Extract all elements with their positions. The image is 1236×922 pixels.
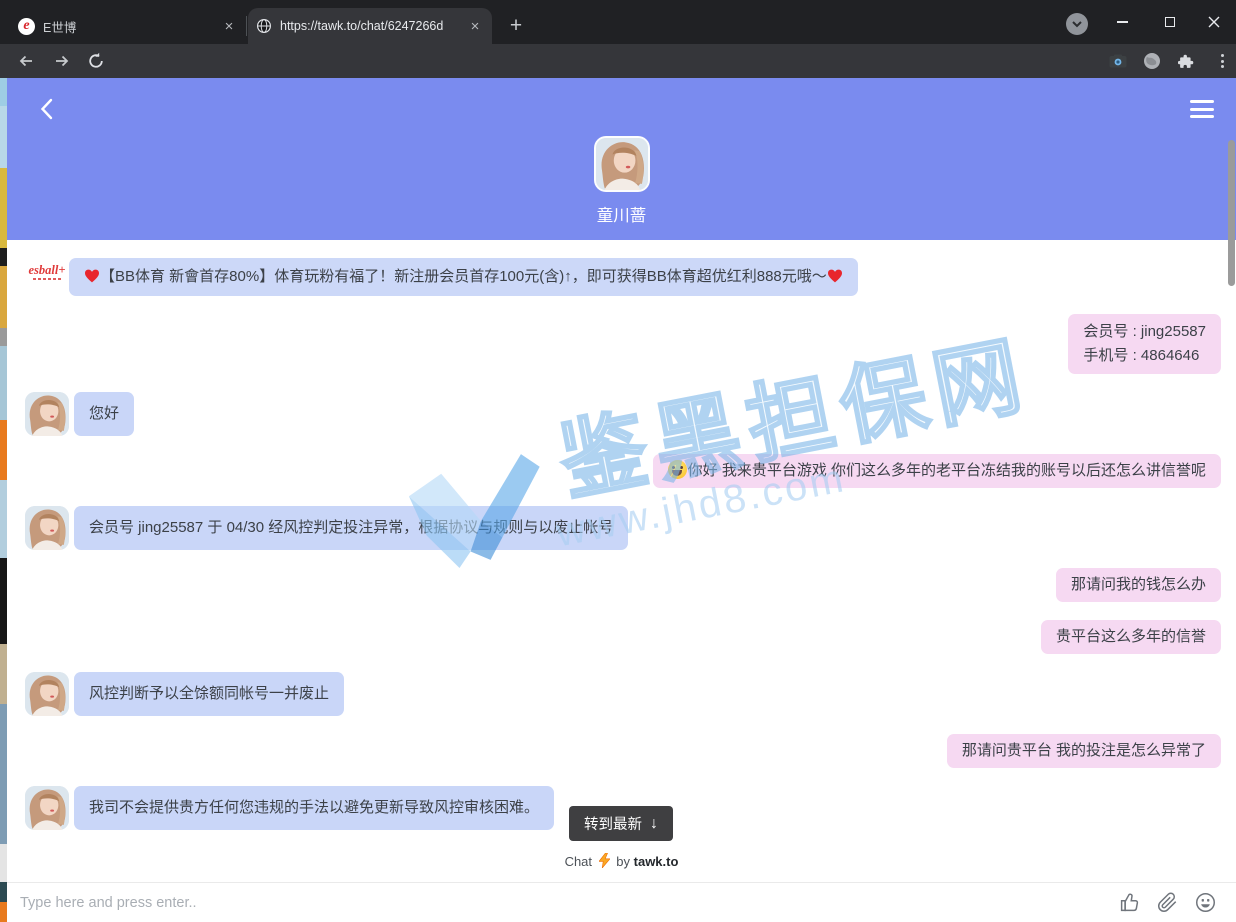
window-minimize-button[interactable]: [1100, 0, 1144, 44]
heart-icon: [84, 268, 100, 285]
agent-avatar: [25, 786, 69, 830]
down-arrow-icon: ↓: [650, 815, 658, 833]
message-row: 会员号 : jing25587手机号 : 4864646: [7, 314, 1236, 374]
branding-chat-label: Chat: [565, 854, 592, 869]
chat-menu-icon[interactable]: [1190, 100, 1214, 118]
window-close-button[interactable]: [1192, 0, 1236, 44]
message-row: 那请问我的钱怎么办: [7, 568, 1236, 602]
chat-bubble: 贵平台这么多年的信誉: [1041, 620, 1221, 654]
globe-favicon-icon: [256, 18, 272, 34]
branding-by-label: by: [616, 854, 630, 869]
message-row: esball+【BB体育 新會首存80%】体育玩粉有福了！新注册会员首存100元…: [7, 258, 1236, 296]
window-maximize-button[interactable]: [1148, 0, 1192, 44]
agent-avatar: [594, 136, 650, 192]
back-button[interactable]: [16, 51, 36, 71]
background-page-sliver: [0, 78, 7, 922]
chat-bubble: 您好: [74, 392, 134, 436]
message-row: 风控判断予以全馀额同帐号一并废止: [7, 672, 1236, 716]
agent-avatar: [25, 392, 69, 436]
esball-logo: esball+: [25, 264, 69, 280]
agent-avatar: [25, 506, 69, 550]
message-row: 贵平台这么多年的信誉: [7, 620, 1236, 654]
message-row: 那请问贵平台 我的投注是怎么异常了: [7, 734, 1236, 768]
forward-button[interactable]: [52, 51, 72, 71]
tab-bar: e E世博 × https://tawk.to/chat/6247266d × …: [0, 0, 1236, 44]
chat-bubble: 【BB体育 新會首存80%】体育玩粉有福了！新注册会员首存100元(含)↑，即可…: [69, 258, 858, 296]
tab-eshibo[interactable]: e E世博 ×: [10, 8, 246, 44]
message-row: 会员号 jing25587 于 04/30 经风控判定投注异常，根据协议与规则与…: [7, 506, 1236, 550]
attachment-paperclip-icon[interactable]: [1157, 892, 1178, 913]
chat-back-icon[interactable]: [33, 96, 59, 122]
tab-close-icon[interactable]: ×: [466, 17, 484, 35]
browser-window: e E世博 × https://tawk.to/chat/6247266d × …: [0, 0, 1236, 922]
extensions-puzzle-icon[interactable]: [1176, 51, 1196, 71]
globe-extension-icon[interactable]: [1142, 51, 1162, 71]
message-input[interactable]: [7, 895, 1119, 911]
message-list: esball+【BB体育 新會首存80%】体育玩粉有福了！新注册会员首存100元…: [7, 240, 1236, 830]
eshibo-favicon-icon: e: [18, 18, 35, 35]
emoji-smiley-icon[interactable]: [1195, 892, 1216, 913]
new-tab-button[interactable]: +: [502, 12, 530, 40]
browser-menu-icon[interactable]: [1212, 51, 1232, 71]
thumbs-up-icon[interactable]: [1119, 892, 1140, 913]
grinning-emoji-icon: [668, 460, 687, 479]
chat-bubble: 会员号 : jing25587手机号 : 4864646: [1068, 314, 1221, 374]
tab-tawkto[interactable]: https://tawk.to/chat/6247266d ×: [248, 8, 492, 44]
tab-separator: [246, 16, 247, 36]
chat-bubble: 会员号 jing25587 于 04/30 经风控判定投注异常，根据协议与规则与…: [74, 506, 628, 550]
tab-search-icon[interactable]: [1066, 13, 1088, 35]
agent-name: 童川蔷: [7, 202, 1236, 226]
heart-icon: [827, 268, 843, 285]
tawk-branding: Chat by tawk.to: [7, 853, 1236, 869]
camera-extension-icon[interactable]: [1108, 51, 1128, 71]
chat-bubble: 风控判断予以全馀额同帐号一并废止: [74, 672, 344, 716]
scrollbar-thumb[interactable]: [1228, 140, 1235, 286]
tab-close-icon[interactable]: ×: [220, 17, 238, 35]
tab-label: E世博: [43, 17, 212, 36]
chat-bubble: 那请问我的钱怎么办: [1056, 568, 1221, 602]
reload-button[interactable]: [86, 51, 106, 71]
tab-label: https://tawk.to/chat/6247266d: [280, 19, 458, 33]
tawkto-link[interactable]: tawk.to: [634, 854, 679, 869]
composer-icons: [1119, 892, 1236, 913]
jump-to-latest-button[interactable]: 转到最新 ↓: [569, 806, 673, 841]
message-row: 您好: [7, 392, 1236, 436]
agent-avatar: [25, 672, 69, 716]
browser-toolbar: tawk.to/chat/6247266d0bfe3f4a87710d81/1f…: [0, 44, 1236, 78]
chat-bubble: 那请问贵平台 我的投注是怎么异常了: [947, 734, 1221, 768]
chat-header: 童川蔷: [7, 78, 1236, 240]
message-row: 你好 我来贵平台游戏 你们这么多年的老平台冻结我的账号以后还怎么讲信誉呢: [7, 454, 1236, 488]
chat-bubble: 我司不会提供贵方任何您违规的手法以避免更新导致风控审核困难。: [74, 786, 554, 830]
lightning-bolt-icon: [599, 853, 610, 868]
jump-to-latest-label: 转到最新: [584, 813, 642, 834]
chat-bubble: 你好 我来贵平台游戏 你们这么多年的老平台冻结我的账号以后还怎么讲信誉呢: [653, 454, 1221, 488]
composer: [7, 882, 1236, 922]
